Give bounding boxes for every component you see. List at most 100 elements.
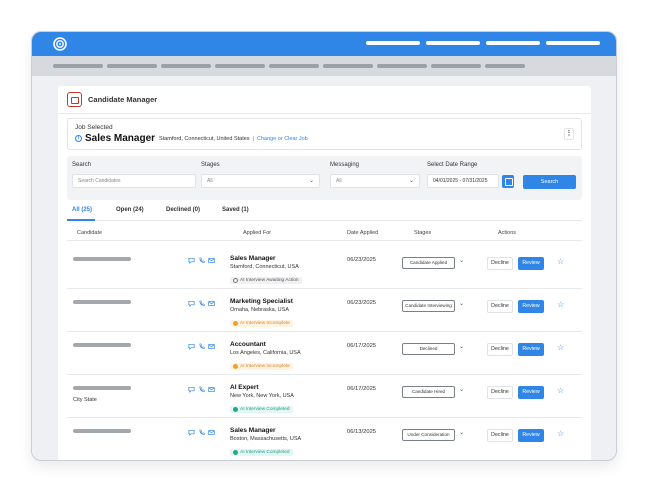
star-icon[interactable]: ☆	[557, 257, 564, 267]
sub-nav-item[interactable]	[377, 64, 427, 68]
star-icon[interactable]: ☆	[557, 429, 564, 439]
sub-nav-item[interactable]	[431, 64, 481, 68]
applied-job-title: Sales Manager	[230, 255, 276, 262]
date-applied: 06/13/2025	[347, 429, 377, 435]
review-button[interactable]: Review	[518, 257, 544, 270]
status-icon	[233, 450, 238, 455]
phone-icon[interactable]	[198, 257, 205, 264]
chevron-down-icon[interactable]: ⌄	[459, 429, 464, 436]
applied-for: Sales Manager Boston, Massachusetts, USA…	[230, 427, 301, 460]
candidate-name[interactable]	[73, 429, 131, 433]
tab-saved[interactable]: Saved (1)	[222, 207, 249, 213]
chat-icon[interactable]	[188, 386, 195, 393]
column-header: Candidate	[77, 230, 103, 236]
stages-select[interactable]: All ⌄	[201, 174, 320, 188]
mail-icon[interactable]	[208, 429, 215, 436]
candidate-name[interactable]	[73, 386, 131, 390]
date-range-input[interactable]: 04/01/2025 - 07/31/2025	[427, 174, 499, 188]
date-applied: 06/17/2025	[347, 343, 377, 349]
applied-job-location: Stamford, Connecticut, USA	[230, 264, 299, 270]
phone-icon[interactable]	[198, 386, 205, 393]
applied-job-location: New York, New York, USA	[230, 393, 294, 399]
decline-button[interactable]: Decline	[487, 257, 513, 270]
chevron-down-icon[interactable]: ⌄	[459, 257, 464, 264]
top-nav	[366, 41, 600, 45]
top-nav-item[interactable]	[546, 41, 600, 45]
date-range-label: Select Date Range	[427, 162, 478, 168]
chat-icon[interactable]	[188, 257, 195, 264]
search-button[interactable]: Search	[523, 175, 576, 189]
sub-nav-item[interactable]	[53, 64, 103, 68]
table-row: Sales Manager Boston, Massachusetts, USA…	[67, 418, 582, 460]
spiral-logo-icon[interactable]	[53, 37, 67, 51]
applied-job-title: AI Expert	[230, 384, 259, 391]
messaging-select[interactable]: All ⌄	[330, 174, 420, 188]
interview-status-badge: AI Interview Awaiting Action	[230, 277, 302, 284]
messaging-select-value: All	[336, 178, 342, 184]
chevron-down-icon[interactable]: ⌄	[459, 343, 464, 350]
mail-icon[interactable]	[208, 386, 215, 393]
search-input[interactable]: Search Candidates	[72, 174, 196, 188]
job-separator: |	[252, 135, 254, 142]
decline-button[interactable]: Decline	[487, 343, 513, 356]
decline-button[interactable]: Decline	[487, 386, 513, 399]
applied-for: Accountant Los Angeles, California, USA …	[230, 341, 301, 374]
phone-icon[interactable]	[198, 429, 205, 436]
change-job-link[interactable]: Change or Clear Job	[257, 136, 308, 142]
mail-icon[interactable]	[208, 257, 215, 264]
sub-nav-item[interactable]	[107, 64, 157, 68]
top-nav-item[interactable]	[426, 41, 480, 45]
stages-select-value: All	[207, 178, 213, 184]
star-icon[interactable]: ☆	[557, 343, 564, 353]
decline-button[interactable]: Decline	[487, 429, 513, 442]
sub-nav-item[interactable]	[215, 64, 265, 68]
applied-job-title: Marketing Specialist	[230, 298, 293, 305]
sub-nav-item[interactable]	[485, 64, 525, 68]
top-nav-item[interactable]	[366, 41, 420, 45]
sub-nav	[32, 56, 616, 76]
candidate-name[interactable]	[73, 343, 131, 347]
candidate-name[interactable]	[73, 257, 131, 261]
date-applied: 06/23/2025	[347, 300, 377, 306]
review-button[interactable]: Review	[518, 300, 544, 313]
sub-nav-item[interactable]	[161, 64, 211, 68]
stage-select[interactable]: Candidate Hired	[402, 386, 455, 398]
kebab-menu-icon[interactable]: ⋮	[564, 128, 574, 140]
star-icon[interactable]: ☆	[557, 300, 564, 310]
mail-icon[interactable]	[208, 343, 215, 350]
chevron-down-icon[interactable]: ⌄	[459, 300, 464, 307]
stage-select[interactable]: Under Consideration	[402, 429, 455, 441]
stage-select[interactable]: Candidate Applied	[402, 257, 455, 269]
review-button[interactable]: Review	[518, 386, 544, 399]
sub-nav-item[interactable]	[323, 64, 373, 68]
tab-open[interactable]: Open (24)	[116, 207, 144, 213]
chevron-down-icon: ⌄	[408, 178, 414, 184]
phone-icon[interactable]	[198, 343, 205, 350]
tab-declined[interactable]: Declined (0)	[166, 207, 200, 213]
candidate-name[interactable]	[73, 300, 131, 304]
mail-icon[interactable]	[208, 300, 215, 307]
decline-button[interactable]: Decline	[487, 300, 513, 313]
stage-select[interactable]: Declined	[402, 343, 455, 355]
interview-status-text: AI Interview Awaiting Action	[240, 278, 299, 283]
review-button[interactable]: Review	[518, 429, 544, 442]
top-nav-item[interactable]	[486, 41, 540, 45]
chevron-down-icon: ⌄	[308, 178, 314, 184]
phone-icon[interactable]	[198, 300, 205, 307]
chat-icon[interactable]	[188, 343, 195, 350]
sub-nav-item[interactable]	[269, 64, 319, 68]
interview-status-text: AI Interview Completed	[240, 450, 290, 455]
tab-all[interactable]: All (25)	[72, 207, 92, 213]
stage-select[interactable]: Candidate Interviewing	[402, 300, 455, 312]
candidate-manager-icon	[67, 92, 82, 107]
review-button[interactable]: Review	[518, 343, 544, 356]
info-icon[interactable]: i	[75, 135, 82, 142]
star-icon[interactable]: ☆	[557, 386, 564, 396]
status-icon	[233, 364, 238, 369]
chevron-down-icon[interactable]: ⌄	[459, 386, 464, 393]
panel-header: Candidate Manager	[58, 86, 591, 114]
chat-icon[interactable]	[188, 300, 195, 307]
calendar-icon[interactable]	[502, 175, 514, 188]
chat-icon[interactable]	[188, 429, 195, 436]
app-window: Candidate Manager Job Selected i Sales M…	[31, 31, 617, 461]
